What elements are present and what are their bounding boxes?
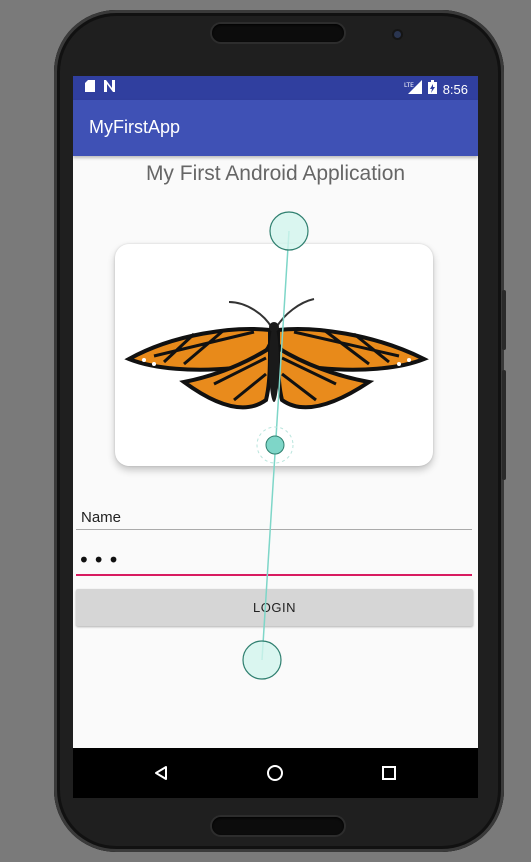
- password-field-underline: [76, 574, 472, 576]
- page-heading: My First Android Application: [145, 162, 406, 185]
- top-speaker: [212, 24, 344, 42]
- back-triangle-icon[interactable]: [148, 760, 174, 786]
- name-field-underline: [76, 529, 472, 530]
- login-button[interactable]: LOGIN: [76, 589, 473, 626]
- recents-square-icon[interactable]: [376, 760, 402, 786]
- battery-icon: [427, 80, 437, 98]
- volume-button: [502, 370, 506, 480]
- phone-frame: LTE 8:56 MyFirstApp My First Android App…: [54, 10, 506, 852]
- clock-time: 8:56: [442, 81, 468, 97]
- sd-card-icon: [85, 80, 95, 96]
- name-field[interactable]: Name: [81, 509, 121, 526]
- touch-indicator-bottom: [242, 640, 282, 680]
- password-field[interactable]: •••: [78, 550, 122, 570]
- notification-n-icon: [103, 80, 116, 96]
- butterfly-image: [124, 298, 429, 410]
- navigation-bar: [73, 748, 478, 798]
- image-card: [115, 244, 433, 466]
- power-button: [502, 290, 506, 350]
- app-bar: MyFirstApp: [73, 100, 478, 156]
- bottom-speaker: [212, 817, 344, 835]
- home-circle-icon[interactable]: [262, 760, 288, 786]
- status-bar: LTE 8:56: [73, 76, 478, 100]
- front-camera: [394, 31, 401, 38]
- svg-text:LTE: LTE: [404, 82, 414, 89]
- device-screen: LTE 8:56 MyFirstApp My First Android App…: [73, 76, 478, 798]
- app-title: MyFirstApp: [89, 117, 181, 137]
- lte-signal-icon: LTE: [404, 80, 422, 98]
